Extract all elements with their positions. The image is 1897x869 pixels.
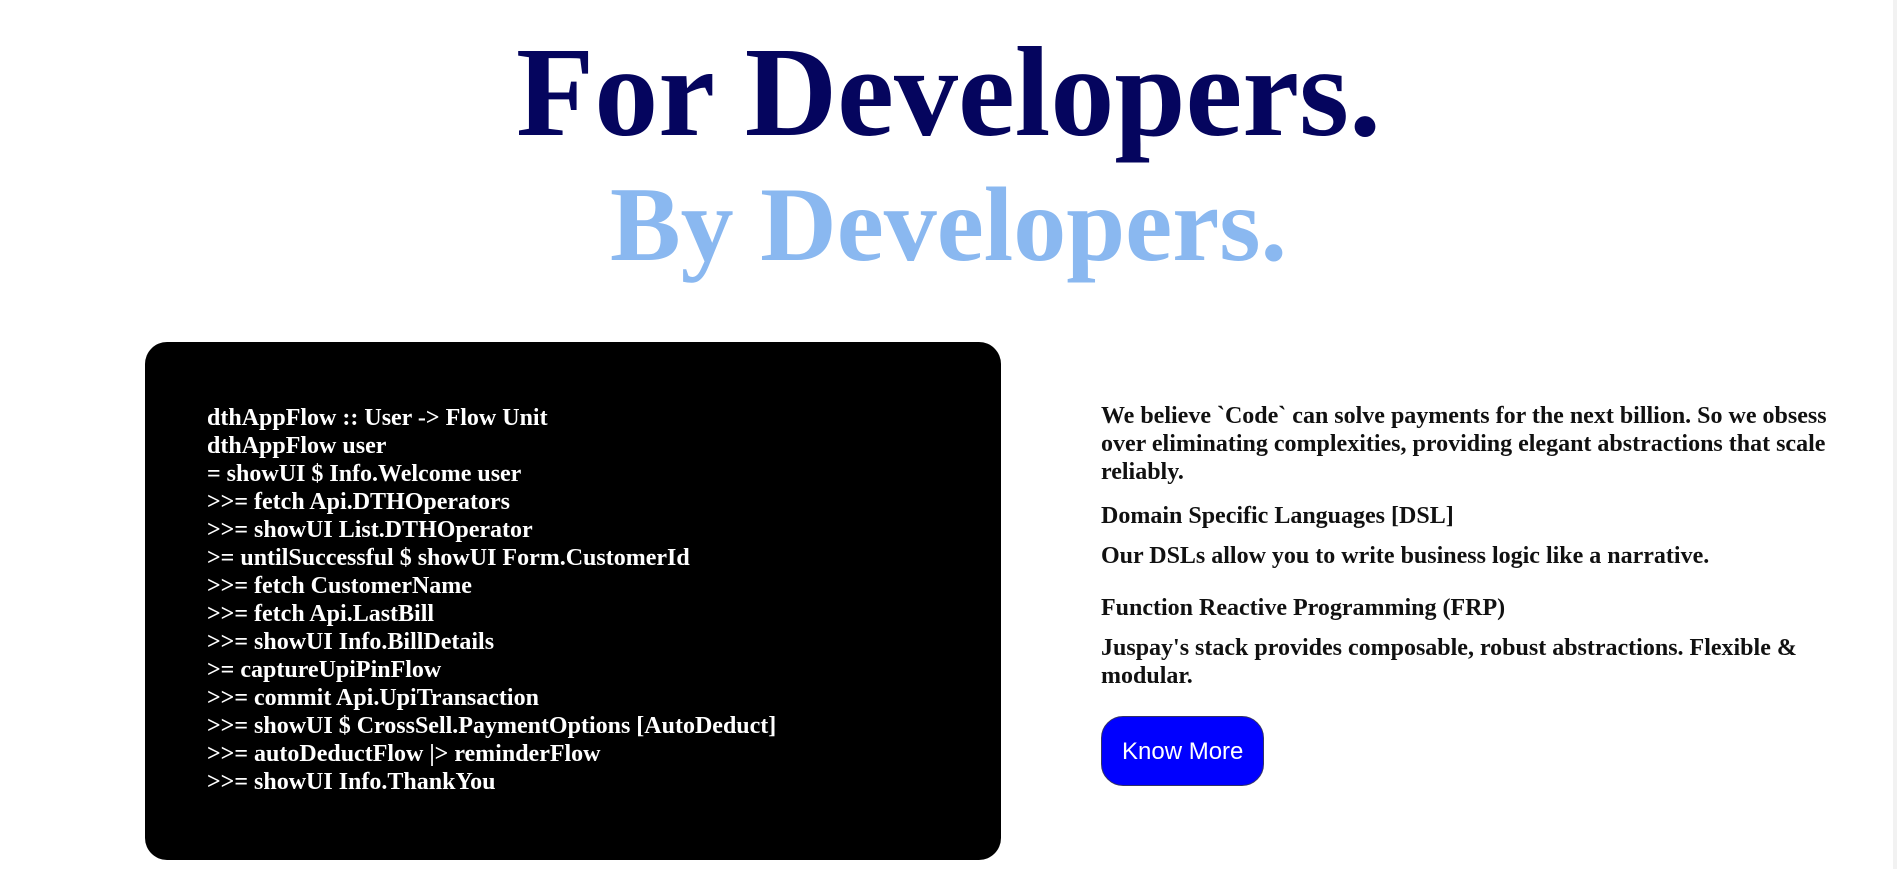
- code-line: >>= fetch Api.LastBill: [207, 601, 435, 627]
- feature-title-frp: Function Reactive Programming (FRP): [1101, 595, 1506, 621]
- know-more-button[interactable]: Know More: [1101, 716, 1265, 786]
- scrollbar-edge[interactable]: [1893, 0, 1897, 869]
- feature-description-dsl: Our DSLs allow you to write business log…: [1101, 543, 1710, 569]
- code-line: >>= fetch Api.DTHOperators: [207, 489, 510, 515]
- code-line: dthAppFlow user: [207, 433, 387, 459]
- code-line: >= untilSuccessful $ showUI Form.Custome…: [207, 545, 690, 571]
- code-line: >>= fetch CustomerName: [207, 573, 472, 599]
- code-line: >>= autoDeductFlow |> reminderFlow: [207, 741, 601, 767]
- code-line: >>= showUI Info.ThankYou: [207, 769, 496, 795]
- feature-title-dsl: Domain Specific Languages [DSL]: [1101, 503, 1454, 529]
- feature-description-frp: Juspay's stack provides composable, robu…: [1101, 635, 1797, 689]
- code-snippet-panel: dthAppFlow :: User -> Flow Unit dthAppFl…: [145, 342, 1001, 860]
- code-line: = showUI $ Info.Welcome user: [207, 461, 522, 487]
- code-line: >>= showUI $ CrossSell.PaymentOptions [A…: [207, 713, 777, 739]
- code-line: >= captureUpiPinFlow: [207, 657, 442, 683]
- info-section: We believe `Code` can solve payments for…: [1101, 402, 1861, 786]
- code-line: >>= showUI List.DTHOperator: [207, 517, 533, 543]
- code-line: dthAppFlow :: User -> Flow Unit: [207, 405, 548, 431]
- code-line: >>= commit Api.UpiTransaction: [207, 685, 539, 711]
- headline-primary: For Developers.: [516, 21, 1381, 163]
- headline-secondary: By Developers.: [609, 166, 1288, 283]
- code-line: >>= showUI Info.BillDetails: [207, 629, 495, 655]
- intro-text: We believe `Code` can solve payments for…: [1101, 403, 1827, 485]
